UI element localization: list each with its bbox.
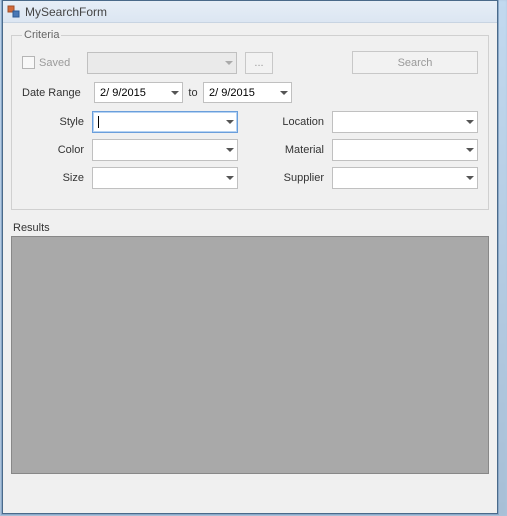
fields-right-col: Location Material Su [262,111,478,195]
size-label: Size [22,172,92,184]
supplier-combo[interactable] [332,167,478,189]
criteria-groupbox: Criteria Saved ... Search Date Range [11,29,489,210]
chevron-down-icon [226,148,234,152]
style-combo[interactable] [92,111,238,133]
chevron-down-icon [466,176,474,180]
chevron-down-icon [225,61,233,65]
search-button[interactable]: Search [352,51,478,74]
fields-grid: Style Color Size [22,111,478,195]
material-label: Material [262,144,332,156]
app-icon [7,5,21,19]
date-from-picker[interactable]: 2/ 9/2015 [94,82,183,103]
location-combo[interactable] [332,111,478,133]
date-from-value: 2/ 9/2015 [100,87,146,99]
window-title: MySearchForm [25,5,107,19]
criteria-legend: Criteria [22,29,61,41]
search-button-label: Search [398,57,433,69]
titlebar[interactable]: MySearchForm [3,1,497,23]
saved-row: Saved ... Search [22,51,478,74]
to-label: to [183,87,203,99]
color-combo[interactable] [92,139,238,161]
results-panel[interactable] [11,236,489,474]
chevron-down-icon [226,120,234,124]
text-cursor [98,116,99,128]
chevron-down-icon [280,91,288,95]
saved-combo[interactable] [87,52,237,74]
supplier-row: Supplier [262,167,478,189]
date-range-row: Date Range 2/ 9/2015 to 2/ 9/2015 [22,82,478,103]
date-to-value: 2/ 9/2015 [209,87,255,99]
saved-label: Saved [39,57,87,69]
chevron-down-icon [171,91,179,95]
search-form-window: MySearchForm Criteria Saved ... Search [2,0,498,514]
material-row: Material [262,139,478,161]
date-to-picker[interactable]: 2/ 9/2015 [203,82,292,103]
style-row: Style [22,111,238,133]
chevron-down-icon [466,120,474,124]
supplier-label: Supplier [262,172,332,184]
ellipsis-label: ... [254,57,263,69]
size-row: Size [22,167,238,189]
material-combo[interactable] [332,139,478,161]
date-range-label: Date Range [22,87,94,99]
fields-left-col: Style Color Size [22,111,238,195]
saved-checkbox[interactable] [22,56,35,69]
location-label: Location [262,116,332,128]
size-combo[interactable] [92,167,238,189]
color-row: Color [22,139,238,161]
color-label: Color [22,144,92,156]
chevron-down-icon [226,176,234,180]
location-row: Location [262,111,478,133]
results-label: Results [13,222,487,234]
window-content: Criteria Saved ... Search Date Range [3,23,497,484]
saved-ellipsis-button[interactable]: ... [245,52,273,74]
chevron-down-icon [466,148,474,152]
style-label: Style [22,116,92,128]
